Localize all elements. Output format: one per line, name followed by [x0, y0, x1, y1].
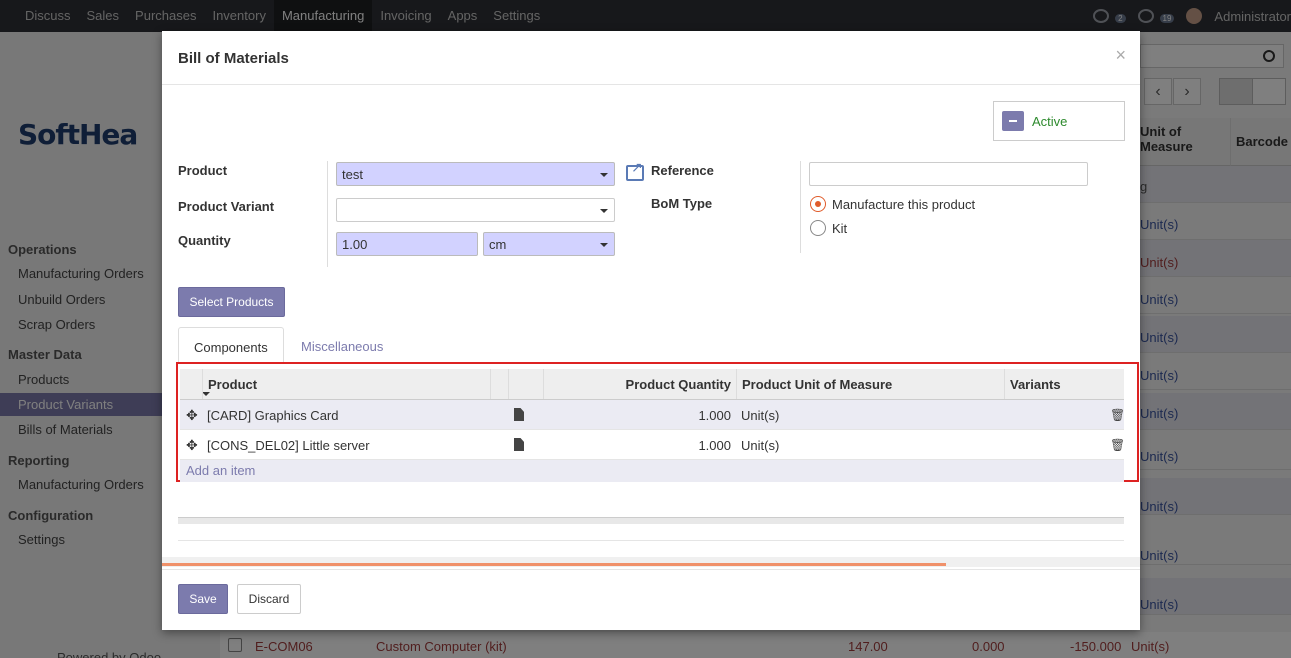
drag-handle-icon[interactable]: ✥ — [186, 407, 198, 424]
trash-icon[interactable]: 🗑 — [1110, 408, 1125, 422]
bom-type-kit-radio[interactable] — [810, 220, 826, 236]
column-blank — [508, 369, 543, 399]
row-quantity: 1.000 — [698, 408, 731, 423]
save-button[interactable]: Save — [178, 584, 228, 614]
uom-value: cm — [489, 237, 507, 252]
add-item-link[interactable]: Add an item — [186, 463, 255, 478]
close-icon[interactable]: × — [1115, 45, 1126, 66]
column-product-uom[interactable]: Product Unit of Measure — [736, 369, 1004, 399]
column-variants[interactable]: Variants — [1004, 369, 1104, 399]
progress-bar — [162, 563, 946, 566]
row-product: [CARD] Graphics Card — [207, 408, 339, 423]
tab-components[interactable]: Components — [178, 327, 284, 364]
chevron-down-icon — [600, 243, 608, 247]
product-variant-select[interactable] — [336, 198, 615, 222]
quantity-label: Quantity — [178, 233, 231, 248]
bom-type-kit-label: Kit — [832, 221, 848, 236]
tab-miscellaneous[interactable]: Miscellaneous — [286, 327, 398, 364]
chevron-down-icon — [600, 209, 608, 213]
table-row[interactable]: ✥ [CONS_DEL02] Little server 1.000 Unit(… — [180, 430, 1125, 460]
field-separator — [327, 161, 328, 267]
row-quantity: 1.000 — [698, 438, 731, 453]
row-uom: Unit(s) — [741, 408, 780, 423]
archive-icon — [1002, 111, 1024, 131]
bom-type-label: BoM Type — [651, 196, 713, 211]
modal-title: Bill of Materials — [178, 50, 289, 67]
quantity-value: 1.00 — [342, 237, 368, 252]
quantity-input[interactable]: 1.00 — [336, 232, 478, 256]
bom-dialog: Bill of Materials × Active Product Produ… — [162, 31, 1140, 630]
file-icon[interactable] — [514, 438, 524, 451]
product-value: test — [342, 167, 363, 182]
reference-input[interactable] — [809, 162, 1088, 186]
select-products-button[interactable]: Select Products — [178, 287, 285, 317]
column-product[interactable]: Product — [202, 369, 490, 399]
drag-handle-icon[interactable]: ✥ — [186, 437, 198, 454]
table-row[interactable]: ✥ [CARD] Graphics Card 1.000 Unit(s) 🗑 — [180, 400, 1125, 430]
active-toggle-button[interactable]: Active — [993, 101, 1125, 141]
file-icon[interactable] — [514, 408, 524, 421]
add-item-row: Add an item — [180, 460, 1124, 482]
product-label: Product — [178, 163, 228, 178]
horizontal-scrollbar[interactable] — [178, 517, 1124, 524]
chevron-down-icon — [600, 173, 608, 177]
column-product-quantity[interactable]: Product Quantity — [543, 369, 736, 399]
bom-type-manufacture-radio[interactable] — [810, 196, 826, 212]
notebook-tabs: Components Miscellaneous — [178, 327, 1124, 364]
divider — [162, 569, 1140, 570]
product-variant-label: Product Variant — [178, 199, 275, 214]
uom-select[interactable]: cm — [483, 232, 615, 256]
reference-label: Reference — [651, 163, 714, 178]
product-select[interactable]: test — [336, 162, 615, 186]
modal-header: Bill of Materials × — [162, 31, 1140, 85]
discard-button[interactable]: Discard — [237, 584, 301, 614]
components-table: Product Product Quantity Product Unit of… — [176, 362, 1139, 482]
column-blank — [490, 369, 508, 399]
row-uom: Unit(s) — [741, 438, 780, 453]
divider — [178, 540, 1124, 541]
bom-type-manufacture-label: Manufacture this product — [832, 197, 976, 212]
active-label: Active — [1032, 113, 1068, 129]
field-separator — [800, 161, 801, 253]
trash-icon[interactable]: 🗑 — [1110, 438, 1125, 452]
row-product: [CONS_DEL02] Little server — [207, 438, 370, 453]
table-header: Product Product Quantity Product Unit of… — [180, 369, 1124, 400]
external-link-icon[interactable] — [626, 159, 644, 181]
